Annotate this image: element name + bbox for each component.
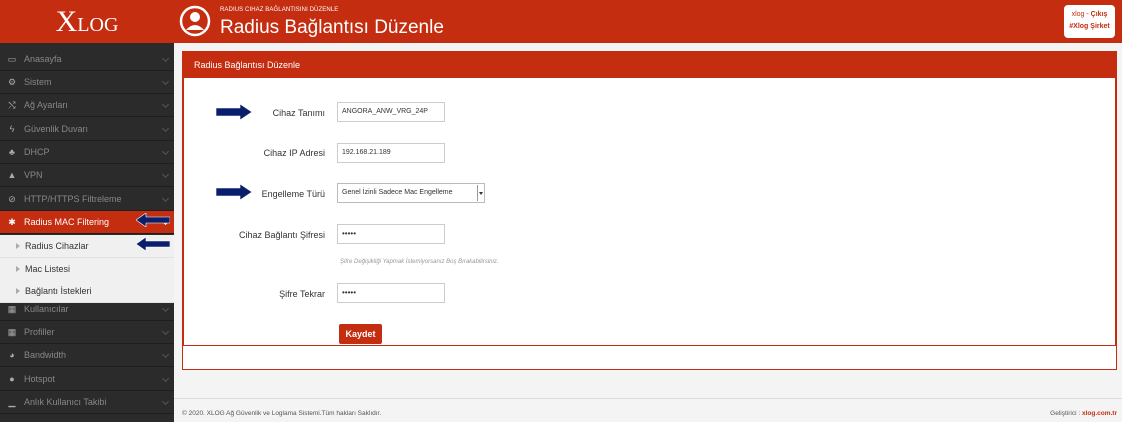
sidebar-subitem-label: Mac Listesi bbox=[25, 264, 71, 274]
sidebar-item-label: DHCP bbox=[24, 147, 50, 157]
sidebar-item-label: Radius MAC Filtering bbox=[24, 217, 110, 227]
caret-right-icon bbox=[16, 288, 20, 294]
sidebar-item-label: HTTP/HTTPS Filtreleme bbox=[24, 194, 122, 204]
block-type-value: Genel İzinli Sadece Mac Engelleme bbox=[342, 189, 453, 196]
password-input[interactable]: ••••• bbox=[337, 224, 445, 244]
chevron-down-icon bbox=[161, 327, 170, 336]
sidebar-item-label: Anasayfa bbox=[24, 54, 62, 64]
select-caret-icon bbox=[477, 185, 483, 201]
logo-x: X bbox=[55, 4, 78, 38]
sidebar-item[interactable]: ● Hotspot bbox=[0, 368, 174, 391]
sidebar-item-label: Kullanıcılar bbox=[24, 304, 69, 314]
sidebar-item[interactable]: ▦ Profiller bbox=[0, 321, 174, 344]
password-hint: Şifre Değişikliği Yapmak İstemiyorsanız … bbox=[340, 259, 499, 265]
chevron-down-icon bbox=[161, 170, 170, 179]
sidebar-item-label: Sistem bbox=[24, 77, 52, 87]
chevron-down-icon bbox=[161, 397, 170, 406]
footer-copyright: © 2020. XLOG Ağ Güvenlik ve Loglama Sist… bbox=[182, 410, 382, 417]
logout-link[interactable]: Çıkış bbox=[1091, 11, 1108, 18]
password-label: Cihaz Bağlantı Şifresi bbox=[238, 230, 325, 240]
dashboard-icon: ◕ bbox=[9, 350, 15, 360]
device-name-input[interactable]: ANGORA_ANW_VRG_24P bbox=[337, 102, 445, 122]
sidebar-item[interactable]: ◕ Bandwidth bbox=[0, 344, 174, 367]
sidebar-item-label: Anlık Kullanıcı Takibi bbox=[24, 397, 107, 407]
password-repeat-input[interactable]: ••••• bbox=[337, 283, 445, 303]
sidebar-subitem[interactable]: Mac Listesi bbox=[0, 258, 174, 281]
asterisk-icon: ✱ bbox=[8, 216, 16, 227]
th-large-icon: ▦ bbox=[7, 303, 17, 314]
pointer-arrow-icon bbox=[136, 213, 170, 227]
block-type-select[interactable]: Genel İzinli Sadece Mac Engelleme bbox=[337, 183, 485, 203]
sidebar-item-label: Profiller bbox=[24, 327, 55, 337]
bolt-icon: ϟ bbox=[9, 124, 15, 134]
password-repeat-label: Şifre Tekrar bbox=[279, 289, 325, 299]
page-title: Radius Bağlantısı Düzenle bbox=[220, 17, 444, 38]
sidebar-item[interactable]: ▭ Anasayfa bbox=[0, 48, 174, 71]
sidebar-item-label: Güvenlik Duvarı bbox=[24, 124, 89, 134]
eye-slash-icon: ⊘ bbox=[8, 193, 16, 204]
road-icon: ▲ bbox=[7, 170, 17, 180]
developer-link[interactable]: xlog.com.tr bbox=[1082, 410, 1117, 417]
globe-icon: ● bbox=[9, 374, 15, 384]
sidebar-item[interactable]: ▁ Anlık Kullanıcı Takibi bbox=[0, 391, 174, 414]
save-button[interactable]: Kaydet bbox=[339, 324, 382, 344]
chevron-down-icon bbox=[161, 304, 170, 313]
sidebar-item[interactable]: ϟ Güvenlik Duvarı bbox=[0, 118, 174, 141]
device-name-label: Cihaz Tanımı bbox=[272, 108, 325, 118]
user-circle-icon bbox=[179, 5, 211, 37]
chevron-down-icon bbox=[161, 100, 170, 109]
sitemap-icon: ♣ bbox=[9, 147, 15, 157]
chevron-down-icon bbox=[161, 124, 170, 133]
user-name: xlog bbox=[1071, 11, 1085, 18]
edit-panel: Radius Bağlantısı Düzenle bbox=[182, 51, 1117, 370]
page-subtitle: RADIUS CIHAZ BAĞLANTISINI DÜZENLE bbox=[220, 7, 339, 13]
developer-label: Geliştirici : bbox=[1050, 410, 1082, 417]
ip-address-label: Cihaz IP Adresi bbox=[263, 148, 325, 158]
chevron-down-icon bbox=[161, 77, 170, 86]
footer-divider bbox=[174, 398, 1122, 399]
chevron-down-icon bbox=[161, 350, 170, 359]
panel-body bbox=[183, 78, 1116, 346]
caret-right-icon bbox=[16, 243, 20, 249]
company-link[interactable]: #Xlog Şirket bbox=[1064, 21, 1115, 33]
sidebar-item-label: Ağ Ayarları bbox=[24, 100, 68, 110]
logo[interactable]: X LOG bbox=[0, 0, 174, 43]
sidebar-item-label: VPN bbox=[24, 170, 43, 180]
sidebar-item[interactable]: ⚙ Sistem bbox=[0, 71, 174, 94]
sidebar-item-label: Bandwidth bbox=[24, 350, 67, 360]
caret-right-icon bbox=[16, 266, 20, 272]
footer-developer: Geliştirici : xlog.com.tr bbox=[1050, 410, 1117, 417]
laptop-icon: ▭ bbox=[7, 53, 17, 64]
sidebar-item[interactable]: ▲ VPN bbox=[0, 164, 174, 187]
chevron-down-icon bbox=[161, 374, 170, 383]
panel-title: Radius Bağlantısı Düzenle bbox=[183, 52, 1116, 78]
block-type-label: Engelleme Türü bbox=[261, 189, 325, 199]
random-icon: ⤭ bbox=[8, 99, 16, 110]
user-box: xlog - Çıkış #Xlog Şirket bbox=[1064, 5, 1115, 38]
chevron-down-icon bbox=[161, 54, 170, 63]
sidebar-item-label: Hotspot bbox=[24, 374, 56, 384]
sidebar-subitem-label: Radius Cihazlar bbox=[25, 241, 89, 251]
logo-text: LOG bbox=[77, 13, 119, 36]
signal-icon: ▁ bbox=[8, 396, 16, 407]
cogs-icon: ⚙ bbox=[7, 76, 17, 87]
th-large-icon: ▦ bbox=[7, 326, 17, 337]
sidebar-subitem-label: Bağlantı İstekleri bbox=[25, 286, 92, 296]
ip-address-input[interactable]: 192.168.21.189 bbox=[337, 143, 445, 163]
